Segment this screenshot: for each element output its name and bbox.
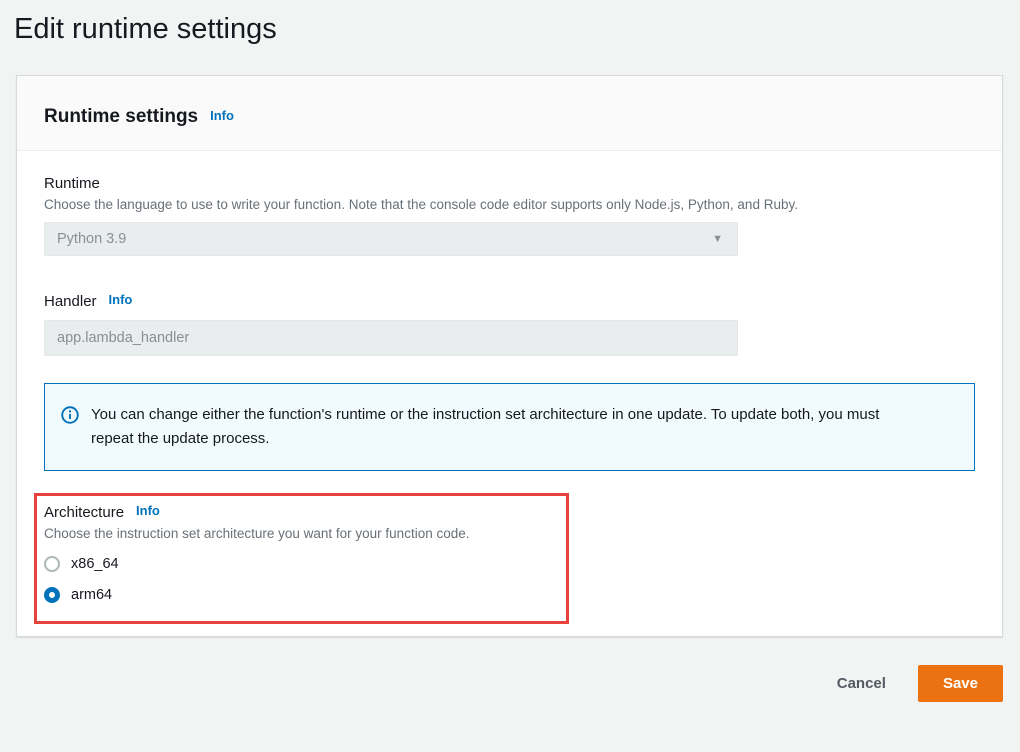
radio-label-x86_64: x86_64 [71, 556, 119, 572]
radio-label-arm64: arm64 [71, 587, 112, 603]
radio-option-x86_64[interactable]: x86_64 [44, 554, 556, 574]
info-circle-icon [61, 406, 79, 429]
footer-actions: Cancel Save [0, 665, 1003, 702]
runtime-select[interactable]: Python 3.9 ▼ [44, 222, 738, 256]
panel-header: Runtime settings Info [17, 76, 1002, 151]
architecture-highlight-box: Architecture Info Choose the instruction … [34, 493, 569, 624]
save-button[interactable]: Save [918, 665, 1003, 702]
radio-button-icon[interactable] [44, 556, 60, 572]
radio-button-selected-icon[interactable] [44, 587, 60, 603]
page-title: Edit runtime settings [14, 9, 1020, 49]
architecture-label: Architecture [44, 504, 124, 521]
runtime-settings-info-link[interactable]: Info [210, 108, 234, 123]
panel-body: Runtime Choose the language to use to wr… [17, 151, 1002, 636]
runtime-description: Choose the language to use to write your… [44, 196, 975, 214]
architecture-info-link[interactable]: Info [136, 503, 160, 518]
runtime-settings-panel: Runtime settings Info Runtime Choose the … [16, 75, 1003, 637]
handler-info-link[interactable]: Info [109, 292, 133, 307]
info-alert: You can change either the function's run… [44, 383, 975, 471]
handler-field: Handler Info [44, 292, 975, 356]
alert-message: You can change either the function's run… [91, 403, 916, 451]
runtime-selected-value: Python 3.9 [57, 231, 126, 247]
radio-option-arm64[interactable]: arm64 [44, 585, 556, 605]
handler-label: Handler [44, 293, 97, 310]
architecture-description: Choose the instruction set architecture … [44, 525, 556, 543]
panel-title: Runtime settings [44, 106, 198, 127]
runtime-label: Runtime [44, 174, 975, 194]
cancel-button[interactable]: Cancel [821, 667, 902, 700]
runtime-field: Runtime Choose the language to use to wr… [44, 174, 975, 256]
handler-input[interactable] [44, 320, 738, 356]
chevron-down-icon: ▼ [712, 234, 723, 245]
